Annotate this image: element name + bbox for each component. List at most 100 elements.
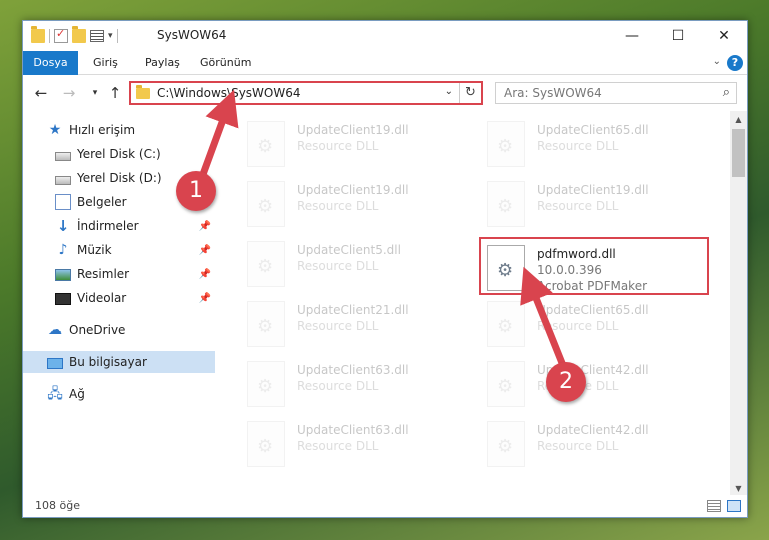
sidebar-item-label: Belgeler: [77, 195, 127, 209]
scroll-thumb[interactable]: [732, 129, 745, 177]
file-item[interactable]: UpdateClient19.dll Resource DLL: [481, 175, 711, 233]
file-item[interactable]: UpdateClient63.dll Resource DLL: [241, 415, 471, 473]
address-bar[interactable]: C:\Windows\SysWOW64 ⌄ ↻: [129, 81, 483, 105]
quick-access-toolbar: ▾: [31, 26, 118, 45]
file-type: Resource DLL: [297, 199, 379, 213]
file-name: UpdateClient19.dll: [297, 183, 409, 197]
file-name: UpdateClient63.dll: [297, 423, 409, 437]
drive-icon: [55, 175, 71, 185]
file-item-pdfmword[interactable]: pdfmword.dll 10.0.0.396 Acrobat PDFMaker: [479, 237, 709, 295]
tab-file[interactable]: Dosya: [23, 51, 78, 75]
videos-icon: [55, 293, 71, 305]
pin-icon[interactable]: 📌: [199, 245, 211, 256]
file-type: Resource DLL: [537, 139, 619, 153]
pictures-icon: [55, 269, 71, 281]
minimize-button[interactable]: —: [609, 21, 655, 51]
step-badge-2: 2: [546, 362, 586, 402]
file-version: 10.0.0.396: [537, 263, 602, 277]
dll-file-icon: [487, 421, 525, 467]
file-type: Resource DLL: [537, 439, 619, 453]
sidebar-item-videos[interactable]: Videolar 📌: [23, 287, 215, 309]
file-item[interactable]: UpdateClient65.dll Resource DLL: [481, 295, 711, 353]
file-type: Resource DLL: [297, 319, 379, 333]
cloud-icon: ☁: [48, 322, 62, 338]
sidebar-item-label: OneDrive: [69, 323, 126, 337]
tab-share[interactable]: Paylaş: [145, 51, 180, 75]
computer-icon: [47, 357, 63, 369]
sidebar-item-downloads[interactable]: ↓ İndirmeler 📌: [23, 215, 215, 237]
file-item[interactable]: UpdateClient65.dll Resource DLL: [481, 115, 711, 173]
file-item[interactable]: UpdateClient19.dll Resource DLL: [241, 115, 471, 173]
properties-icon[interactable]: [54, 27, 68, 43]
chevron-down-icon[interactable]: ▾: [108, 31, 113, 41]
file-item[interactable]: UpdateClient63.dll Resource DLL: [241, 355, 471, 413]
file-item[interactable]: UpdateClient5.dll Resource DLL: [241, 235, 471, 293]
sidebar-item-label: Videolar: [77, 291, 127, 305]
back-button[interactable]: ←: [31, 83, 51, 103]
forward-button[interactable]: →: [59, 83, 79, 103]
status-bar: 108 öğe: [23, 495, 747, 517]
file-item[interactable]: UpdateClient19.dll Resource DLL: [241, 175, 471, 233]
view-options-icon[interactable]: [90, 30, 104, 42]
window-title: SysWOW64: [157, 28, 227, 42]
item-count: 108 öğe: [35, 499, 80, 512]
file-name: UpdateClient21.dll: [297, 303, 409, 317]
vertical-scrollbar[interactable]: ▲ ▼: [730, 111, 747, 497]
expand-ribbon-icon[interactable]: ⌄: [713, 56, 721, 67]
close-button[interactable]: ✕: [701, 21, 747, 51]
dll-file-icon: [247, 121, 285, 167]
up-button[interactable]: ↑: [105, 83, 125, 103]
scroll-up-button[interactable]: ▲: [730, 111, 747, 128]
dll-file-icon: [247, 301, 285, 347]
sidebar-item-this-pc[interactable]: Bu bilgisayar: [23, 351, 215, 373]
step-badge-1: 1: [176, 171, 216, 211]
music-icon: ♪: [58, 242, 68, 258]
refresh-button[interactable]: ↻: [459, 83, 481, 103]
sidebar-item-label: İndirmeler: [77, 219, 139, 233]
file-type: Resource DLL: [537, 319, 619, 333]
search-input[interactable]: Ara: SysWOW64: [504, 86, 602, 100]
details-view-icon[interactable]: [707, 500, 721, 512]
pin-icon[interactable]: 📌: [199, 293, 211, 304]
search-icon[interactable]: ⌕: [723, 85, 730, 100]
folder-icon: [31, 26, 45, 43]
file-type: Resource DLL: [537, 199, 619, 213]
file-item[interactable]: UpdateClient21.dll Resource DLL: [241, 295, 471, 353]
file-description: Acrobat PDFMaker: [537, 279, 648, 293]
file-type: Resource DLL: [297, 379, 379, 393]
file-name: UpdateClient42.dll: [537, 423, 649, 437]
documents-icon: [55, 194, 71, 210]
file-item[interactable]: UpdateClient42.dll Resource DLL: [481, 415, 711, 473]
sidebar-item-disk-c[interactable]: Yerel Disk (C:): [23, 143, 215, 165]
downloads-icon: ↓: [56, 217, 70, 235]
file-list: UpdateClient19.dll Resource DLL UpdateCl…: [229, 111, 731, 491]
pin-icon[interactable]: 📌: [199, 269, 211, 280]
sidebar-item-network[interactable]: 🖧 Ağ: [23, 383, 215, 405]
sidebar-item-pictures[interactable]: Resimler 📌: [23, 263, 215, 285]
sidebar-item-music[interactable]: ♪ Müzik 📌: [23, 239, 215, 261]
chevron-down-icon[interactable]: ⌄: [445, 86, 453, 97]
sidebar-item-quick-access[interactable]: ★ Hızlı erişim: [23, 119, 215, 141]
title-bar: ▾ SysWOW64 — ☐ ✕: [23, 21, 747, 51]
search-box[interactable]: Ara: SysWOW64 ⌕: [495, 82, 737, 104]
recent-locations-button[interactable]: ▾: [85, 83, 105, 103]
sidebar-item-label: Resimler: [77, 267, 130, 281]
explorer-window: ▾ SysWOW64 — ☐ ✕ Dosya Giriş Paylaş Görü…: [22, 20, 748, 518]
sidebar-item-onedrive[interactable]: ☁ OneDrive: [23, 319, 215, 341]
toolbar-separator: [49, 29, 50, 43]
new-folder-icon[interactable]: [72, 26, 86, 43]
dll-file-icon: [487, 361, 525, 407]
folder-icon: [136, 85, 150, 99]
address-path[interactable]: C:\Windows\SysWOW64: [157, 86, 301, 100]
sidebar-item-label: Yerel Disk (C:): [77, 147, 161, 161]
pin-icon[interactable]: 📌: [199, 221, 211, 232]
tab-home[interactable]: Giriş: [93, 51, 118, 75]
file-item[interactable]: UpdateClient42.dll Resource DLL: [481, 355, 711, 413]
maximize-button[interactable]: ☐: [655, 21, 701, 51]
tab-view[interactable]: Görünüm: [200, 51, 251, 75]
sidebar-item-label: Bu bilgisayar: [69, 355, 147, 369]
help-icon[interactable]: ?: [727, 55, 743, 71]
large-icons-view-icon[interactable]: [727, 500, 741, 512]
sidebar-item-label: Müzik: [77, 243, 112, 257]
file-name: UpdateClient63.dll: [297, 363, 409, 377]
